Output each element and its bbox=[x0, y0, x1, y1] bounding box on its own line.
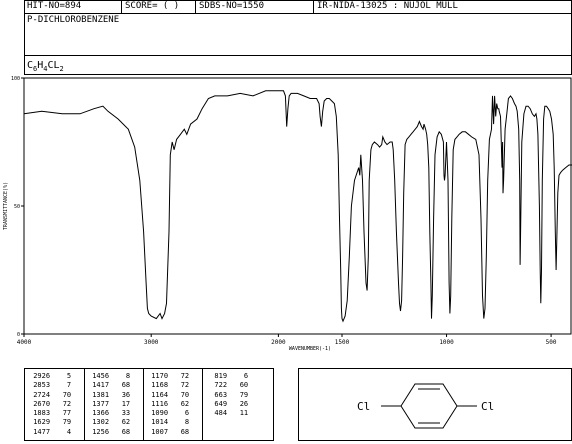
sdbs-number: SDBS-NO=1550 bbox=[196, 0, 314, 13]
ir-spectrum-chart: 4000 3000 2000 1500 1000 500 0 50 100 TRANSMITTA… bbox=[3, 76, 572, 352]
y-axis-label: TRANSMITTANCE(%) bbox=[3, 182, 9, 230]
peak-row: 1164 70 bbox=[147, 390, 190, 399]
ir-identifier: IR-NIDA-13025 : NUJOL MULL bbox=[317, 1, 458, 11]
peak-row: 1456 8 bbox=[88, 372, 131, 380]
peak-column: 1170 72 1168 72 1164 70 1116 62 1090 6 1… bbox=[147, 372, 205, 437]
chlorine-left-label: Cl bbox=[357, 400, 370, 413]
x-tick-label: 4000 bbox=[17, 339, 32, 346]
header-divider bbox=[24, 13, 572, 14]
hit-number: HIT-NO=894 bbox=[24, 0, 122, 13]
peak-table: 2926 5 2853 7 2724 70 2670 72 1883 77 16… bbox=[24, 368, 274, 441]
peak-row: 1883 77 bbox=[29, 409, 72, 418]
peak-row: 1256 68 bbox=[88, 427, 131, 436]
plot-frame bbox=[23, 77, 572, 335]
compound-name: P-DICHLOROBENZENE bbox=[27, 15, 120, 25]
peak-row: 484 11 bbox=[206, 409, 249, 418]
peak-row: 2926 5 bbox=[29, 372, 72, 380]
y-tick-label: 0 bbox=[17, 332, 20, 338]
peak-row: 1417 68 bbox=[88, 381, 131, 390]
x-tick-label: 1000 bbox=[439, 339, 454, 346]
x-tick-label: 3000 bbox=[144, 339, 159, 346]
peak-row: 1377 17 bbox=[88, 399, 131, 408]
peak-row: 649 26 bbox=[206, 399, 249, 408]
peak-row: 722 60 bbox=[206, 381, 249, 390]
x-tick-label: 500 bbox=[546, 339, 557, 346]
formula-divider bbox=[24, 55, 572, 56]
axis-ticks: 4000 3000 2000 1500 1000 500 0 50 100 bbox=[11, 76, 557, 346]
peak-row: 1170 72 bbox=[147, 372, 190, 380]
peak-column: 1456 8 1417 68 1381 36 1377 17 1366 33 1… bbox=[88, 372, 146, 437]
peak-row: 1629 79 bbox=[29, 418, 72, 427]
x-tick-label: 1500 bbox=[335, 339, 350, 346]
plot-border bbox=[23, 77, 572, 335]
peak-row: 1007 68 bbox=[147, 427, 190, 436]
peak-row: 1090 6 bbox=[147, 409, 190, 418]
spectrum-line bbox=[23, 90, 572, 323]
chemical-structure: Cl Cl bbox=[357, 383, 494, 429]
peak-row: 1366 33 bbox=[88, 409, 131, 418]
peak-row: 819 6 bbox=[206, 372, 249, 380]
structure-panel: Cl Cl bbox=[298, 368, 572, 441]
peak-row: 1477 4 bbox=[29, 427, 72, 436]
score-field: SCORE= ( ) bbox=[122, 0, 196, 13]
x-axis-label: WAVENUMBER(-1) bbox=[289, 346, 331, 352]
y-tick-label: 100 bbox=[11, 76, 20, 82]
peak-row: 1014 8 bbox=[147, 418, 190, 427]
benzene-ring bbox=[400, 383, 458, 429]
header-panel: HIT-NO=894 SCORE= ( ) SDBS-NO=1550 IR-NI… bbox=[24, 0, 572, 75]
peak-row: 1302 62 bbox=[88, 418, 131, 427]
peak-column: 2926 5 2853 7 2724 70 2670 72 1883 77 16… bbox=[29, 372, 87, 437]
peak-column: 819 6 722 60 663 79 649 26 484 11 bbox=[206, 372, 264, 418]
peak-row: 1381 36 bbox=[88, 390, 131, 399]
peak-row: 663 79 bbox=[206, 390, 249, 399]
peak-row: 2724 70 bbox=[29, 390, 72, 399]
peak-row: 1168 72 bbox=[147, 381, 190, 390]
peak-row: 1116 62 bbox=[147, 399, 190, 408]
chlorine-right-label: Cl bbox=[481, 400, 494, 413]
peak-row: 2670 72 bbox=[29, 399, 72, 408]
x-tick-label: 2000 bbox=[271, 339, 286, 346]
peak-row: 2853 7 bbox=[29, 381, 72, 390]
y-tick-label: 50 bbox=[14, 204, 20, 210]
